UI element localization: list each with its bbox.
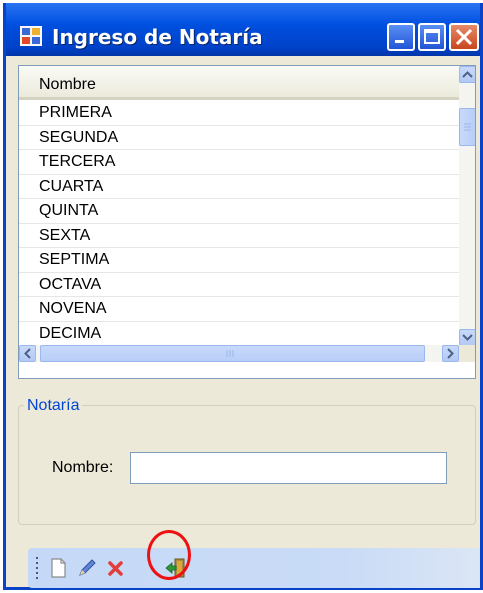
vertical-scrollbar[interactable] — [459, 66, 475, 346]
chevron-up-icon — [462, 71, 473, 78]
delete-icon[interactable] — [104, 556, 128, 580]
chevron-right-icon — [447, 348, 454, 359]
table-row[interactable]: PRIMERA — [19, 101, 459, 126]
window-title: Ingreso de Notaría — [52, 25, 263, 49]
nombre-label: Nombre: — [52, 459, 114, 476]
table-row[interactable]: OCTAVA — [19, 273, 459, 297]
groupbox-title: Notaría — [24, 397, 83, 415]
table-row[interactable]: NOVENA — [19, 297, 459, 322]
title-bar[interactable]: Ingreso de Notaría — [6, 3, 480, 56]
minimize-icon — [395, 40, 404, 43]
horizontal-scrollbar[interactable] — [19, 345, 459, 362]
table-row[interactable]: SEGUNDA — [19, 126, 459, 150]
toolbar — [28, 548, 480, 588]
grip-lines-icon — [226, 350, 234, 357]
scroll-right-button[interactable] — [442, 345, 459, 362]
exit-icon[interactable] — [164, 556, 188, 580]
grid-rows: PRIMERA SEGUNDA TERCERA CUARTA QUINTA SE… — [19, 101, 459, 346]
chevron-down-icon — [462, 334, 473, 341]
grip-lines-icon — [464, 123, 471, 131]
column-header-label: Nombre — [39, 76, 96, 93]
notaria-window: Ingreso de Notaría Nombre PRIMERA SEGUND… — [3, 3, 483, 590]
table-row[interactable]: TERCERA — [19, 150, 459, 175]
new-icon[interactable] — [46, 556, 70, 580]
close-button[interactable] — [449, 23, 479, 51]
column-header-nombre[interactable]: Nombre — [19, 66, 459, 100]
toolbar-grip-icon[interactable] — [35, 556, 39, 580]
close-icon — [455, 28, 473, 46]
table-row[interactable]: QUINTA — [19, 199, 459, 224]
maximize-icon — [424, 29, 440, 44]
scroll-left-button[interactable] — [19, 345, 36, 362]
table-row[interactable]: CUARTA — [19, 175, 459, 199]
table-row[interactable]: SEPTIMA — [19, 248, 459, 273]
horizontal-scroll-thumb[interactable] — [40, 345, 425, 362]
app-form-icon — [20, 26, 42, 46]
table-row[interactable]: DECIMA — [19, 322, 459, 346]
scroll-down-button[interactable] — [459, 329, 475, 346]
maximize-button[interactable] — [418, 23, 446, 51]
notaria-data-grid[interactable]: Nombre PRIMERA SEGUNDA TERCERA CUARTA QU… — [18, 65, 476, 379]
edit-icon[interactable] — [75, 556, 99, 580]
scrollbar-corner — [459, 345, 475, 362]
minimize-button[interactable] — [387, 23, 415, 51]
vertical-scroll-thumb[interactable] — [459, 108, 475, 146]
scroll-up-button[interactable] — [459, 66, 475, 83]
chevron-left-icon — [24, 348, 31, 359]
nombre-input[interactable] — [130, 452, 447, 484]
table-row[interactable]: SEXTA — [19, 224, 459, 248]
